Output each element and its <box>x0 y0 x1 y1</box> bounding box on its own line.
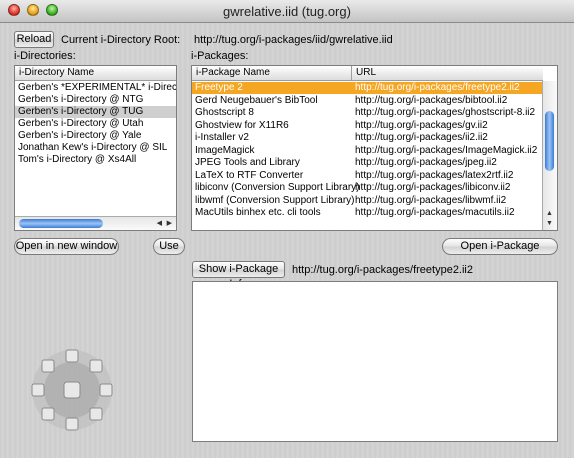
package-row[interactable]: Gerd Neugebauer's BibTool http://tug.org/… <box>192 95 542 107</box>
package-name: libiconv (Conversion Support Library) <box>195 182 360 193</box>
package-row[interactable]: JPEG Tools and Library http://tug.org/i-p… <box>192 157 542 169</box>
package-name: Ghostscript 8 <box>195 107 254 118</box>
scroll-down-icon[interactable]: ▼ <box>546 220 553 228</box>
package-url: http://tug.org/i-packages/macutils.ii2 <box>355 207 515 218</box>
package-name: LaTeX to RTF Converter <box>195 169 304 181</box>
scroll-right-icon[interactable]: ▶ <box>167 220 172 228</box>
directory-name: Gerben's *EXPERIMENTAL* i-Directory @ <box>18 82 176 93</box>
package-info-textarea[interactable] <box>192 281 558 442</box>
open-package-button[interactable]: Open i-Package <box>442 238 558 255</box>
application-window: gwrelative.iid (tug.org) Reload Current … <box>0 0 574 458</box>
package-url: http://tug.org/i-packages/gv.ii2 <box>355 119 488 131</box>
package-name: i-Installer v2 <box>195 132 249 143</box>
directories-label: i-Directories: <box>14 50 76 62</box>
package-name: ImageMagick <box>195 144 255 156</box>
directories-horizontal-scrollbar[interactable]: ◀ ▶ <box>15 216 176 230</box>
package-row[interactable]: libiconv (Conversion Support Library) htt… <box>192 182 542 194</box>
open-in-new-window-button[interactable]: Open in new window <box>14 238 119 255</box>
info-url: http://tug.org/i-packages/freetype2.ii2 <box>292 264 473 276</box>
directory-name: Gerben's i-Directory @ NTG <box>18 94 144 105</box>
use-directory-button[interactable]: Use <box>153 238 185 255</box>
package-row[interactable]: Freetype 2 http://tug.org/i-packages/free… <box>192 82 542 94</box>
show-package-info-button[interactable]: Show i-Package Info <box>192 261 285 290</box>
directory-row[interactable]: Jonathan Kew's i-Directory @ SIL <box>15 142 176 154</box>
directory-row[interactable]: Tom's i-Directory @ Xs4All <box>15 154 176 166</box>
title-bar[interactable]: gwrelative.iid (tug.org) <box>0 0 574 23</box>
package-row[interactable]: i-Installer v2 http://tug.org/i-packages/… <box>192 132 542 144</box>
root-label: Current i-Directory Root: <box>61 34 181 46</box>
directory-row[interactable]: Gerben's i-Directory @ Utah <box>15 118 176 130</box>
package-row[interactable]: MacUtils binhex etc. cli tools http://tug… <box>192 207 542 219</box>
directories-list[interactable]: i-Directory Name Gerben's *EXPERIMENTAL*… <box>14 65 177 231</box>
package-url: http://tug.org/i-packages/freetype2.ii2 <box>355 82 520 93</box>
directory-name-column-header[interactable]: i-Directory Name <box>15 66 176 81</box>
scroll-left-icon[interactable]: ◀ <box>157 220 162 228</box>
package-row[interactable]: LaTeX to RTF Converter http://tug.org/i-p… <box>192 170 542 182</box>
package-url: http://tug.org/i-packages/ghostscript-8.… <box>355 107 536 118</box>
directory-row[interactable]: Gerben's *EXPERIMENTAL* i-Directory @ <box>15 82 176 94</box>
root-url: http://tug.org/i-packages/iid/gwrelative… <box>194 34 393 46</box>
package-name-column-header[interactable]: i-Package Name <box>192 66 352 81</box>
packages-vertical-scrollbar[interactable]: ▲ ▼ <box>542 81 557 230</box>
packages-table[interactable]: i-Package Name URL Freetype 2 http://tug.… <box>191 65 558 231</box>
package-name: Ghostview for X11R6 <box>195 119 289 131</box>
package-name: libwmf (Conversion Support Library) <box>195 194 355 206</box>
package-url: http://tug.org/i-packages/libwmf.ii2 <box>355 194 507 206</box>
package-name: Freetype 2 <box>195 82 243 93</box>
package-row[interactable]: libwmf (Conversion Support Library) http:… <box>192 195 542 207</box>
package-url: http://tug.org/i-packages/jpeg.ii2 <box>355 157 497 168</box>
package-row[interactable]: Ghostscript 8 http://tug.org/i-packages/g… <box>192 107 542 119</box>
package-url: http://tug.org/i-packages/latex2rtf.ii2 <box>355 169 514 181</box>
directory-name: Jonathan Kew's i-Directory @ SIL <box>18 142 168 153</box>
i-installer-logo <box>22 340 122 440</box>
window-title: gwrelative.iid (tug.org) <box>223 4 351 19</box>
directory-name: Tom's i-Directory @ Xs4All <box>18 154 137 165</box>
package-row[interactable]: ImageMagick http://tug.org/i-packages/Ima… <box>192 145 542 157</box>
directory-name: Gerben's i-Directory @ TUG <box>18 106 144 117</box>
directory-row[interactable]: Gerben's i-Directory @ TUG <box>15 106 176 118</box>
package-name: Gerd Neugebauer's BibTool <box>195 94 318 106</box>
packages-label: i-Packages: <box>191 50 249 62</box>
package-url: http://tug.org/i-packages/ii2.ii2 <box>355 132 488 143</box>
packages-scroll-thumb[interactable] <box>545 111 554 171</box>
package-row[interactable]: Ghostview for X11R6 http://tug.org/i-pack… <box>192 120 542 132</box>
directory-name: Gerben's i-Directory @ Utah <box>18 118 144 129</box>
package-url: http://tug.org/i-packages/libiconv.ii2 <box>355 182 511 193</box>
reload-button[interactable]: Reload <box>14 31 54 48</box>
directory-name: Gerben's i-Directory @ Yale <box>18 130 142 141</box>
package-url: http://tug.org/i-packages/ImageMagick.ii… <box>355 144 538 156</box>
package-url: http://tug.org/i-packages/bibtool.ii2 <box>355 94 508 106</box>
package-name: JPEG Tools and Library <box>195 157 300 168</box>
directories-scroll-thumb[interactable] <box>19 219 103 228</box>
directory-row[interactable]: Gerben's i-Directory @ NTG <box>15 94 176 106</box>
directory-row[interactable]: Gerben's i-Directory @ Yale <box>15 130 176 142</box>
package-name: MacUtils binhex etc. cli tools <box>195 207 321 218</box>
scroll-up-icon[interactable]: ▲ <box>546 210 553 218</box>
package-url-column-header[interactable]: URL <box>352 66 543 81</box>
